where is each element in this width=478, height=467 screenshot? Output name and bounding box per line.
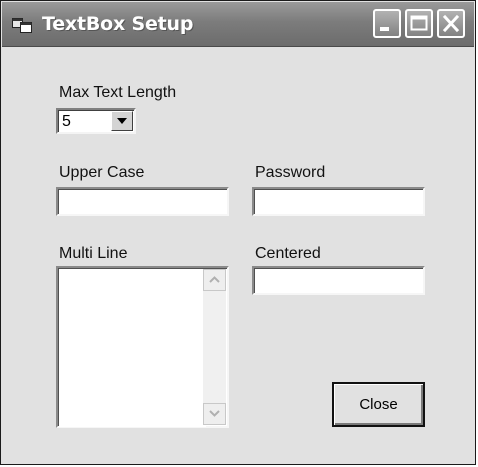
upper-case-input[interactable]	[56, 187, 229, 216]
chevron-down-icon	[209, 410, 220, 417]
textbox-setup-window: TextBox Setup Max Text Length 5 Upper Ca…	[0, 0, 476, 465]
max-text-length-dropdown[interactable]: 5	[56, 108, 136, 134]
scroll-up-button[interactable]	[203, 269, 226, 291]
centered-label: Centered	[255, 245, 321, 262]
scroll-down-button[interactable]	[203, 403, 226, 425]
minimize-icon	[380, 27, 389, 31]
multi-line-textbox[interactable]	[56, 266, 229, 428]
dropdown-button[interactable]	[111, 111, 133, 131]
multi-line-input[interactable]	[59, 269, 206, 427]
maximize-button[interactable]	[405, 9, 433, 38]
multi-line-label: Multi Line	[59, 245, 128, 262]
max-text-length-value: 5	[62, 113, 71, 130]
minimize-button[interactable]	[373, 9, 401, 38]
close-window-button[interactable]	[437, 9, 465, 38]
maximize-icon	[410, 15, 428, 31]
password-label: Password	[255, 164, 326, 181]
window-title: TextBox Setup	[42, 13, 194, 35]
close-icon	[442, 14, 460, 33]
centered-input[interactable]	[252, 266, 425, 295]
upper-case-label: Upper Case	[59, 164, 145, 181]
title-bar[interactable]: TextBox Setup	[2, 2, 474, 47]
chevron-down-icon	[117, 118, 127, 124]
vertical-scrollbar[interactable]	[203, 269, 226, 425]
app-window-icon[interactable]	[12, 15, 34, 33]
close-button[interactable]: Close	[332, 382, 425, 427]
password-input[interactable]	[252, 187, 425, 216]
max-text-length-label: Max Text Length	[59, 84, 177, 101]
close-button-label: Close	[359, 395, 398, 413]
chevron-up-icon	[209, 276, 220, 283]
